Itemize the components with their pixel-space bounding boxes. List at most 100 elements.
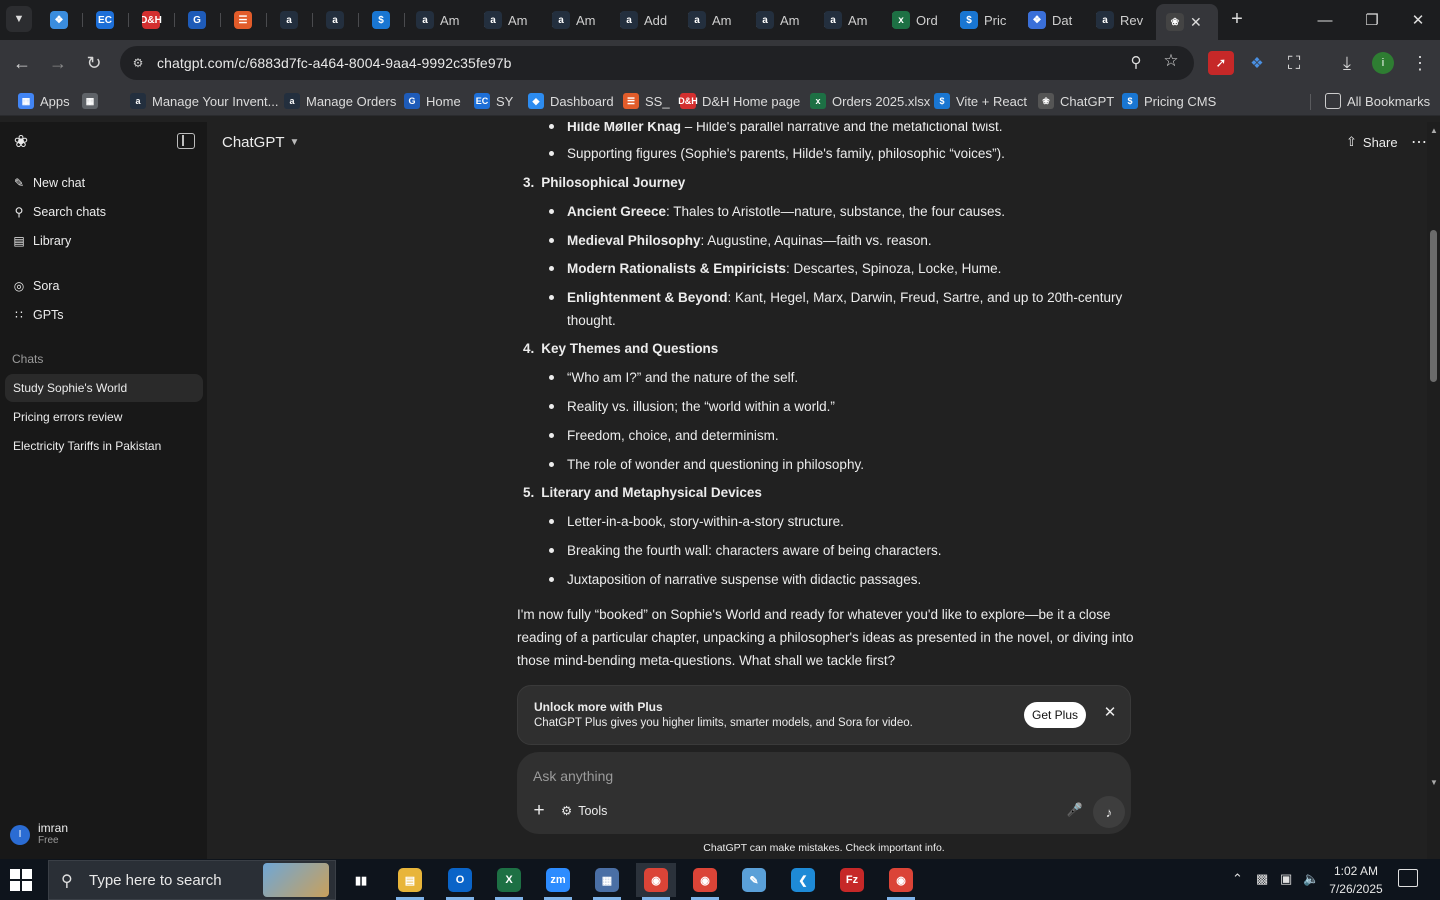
taskbar-app-chrome[interactable]: ◉ xyxy=(685,863,725,900)
taskbar-app-notepad[interactable]: ✎ xyxy=(734,863,774,897)
reload-button[interactable]: ↻ xyxy=(82,51,106,75)
url-text[interactable]: chatgpt.com/c/6883d7fc-a464-8004-9aa4-99… xyxy=(157,55,511,71)
tab-12[interactable]: a Am xyxy=(688,6,746,34)
volume-icon[interactable]: 🔈 xyxy=(1303,871,1319,887)
bookmark-6[interactable]: ◆ Dashboard xyxy=(528,92,614,110)
taskbar-app-outlook[interactable]: O xyxy=(440,863,480,900)
bookmark-12[interactable]: $ Pricing CMS xyxy=(1122,92,1216,110)
bookmark-star-icon[interactable]: ☆ xyxy=(1160,51,1182,73)
taskbar-app-zoom[interactable]: zm xyxy=(538,863,578,900)
restore-button[interactable]: ❐ xyxy=(1357,6,1387,34)
tab-11[interactable]: a Add xyxy=(620,6,678,34)
sidebar-item-gpts[interactable]: ∷ GPTs xyxy=(12,304,63,326)
bookmark-11[interactable]: ❀ ChatGPT xyxy=(1038,92,1114,110)
taskbar-app-task-view[interactable]: ▮▮ xyxy=(341,863,381,897)
taskbar-app-excel[interactable]: X xyxy=(489,863,529,900)
tab-15[interactable]: x Ord xyxy=(892,6,950,34)
scroll-thumb[interactable] xyxy=(1430,230,1437,382)
bookmark-7[interactable]: ☰ SS_ xyxy=(623,92,670,110)
tray-security-icon[interactable]: ▩ xyxy=(1256,871,1268,887)
tools-button[interactable]: ⚙ Tools xyxy=(561,803,607,819)
scrollbar[interactable]: ▲ ▼ xyxy=(1427,122,1440,859)
tab-3[interactable]: G xyxy=(188,6,210,34)
downloads-icon[interactable]: ⤓ xyxy=(1335,51,1359,75)
scroll-down-icon[interactable]: ▼ xyxy=(1430,778,1438,787)
tab-17[interactable]: ❖ Dat xyxy=(1028,6,1086,34)
bookmark-1[interactable]: ▦ xyxy=(82,92,104,110)
tray-chevron-up-icon[interactable]: ⌃ xyxy=(1232,871,1243,887)
tab-9[interactable]: a Am xyxy=(484,6,542,34)
extension-pdf-icon[interactable]: ➚ xyxy=(1208,51,1234,75)
new-tab-button[interactable]: + xyxy=(1226,8,1248,30)
back-button[interactable]: ← xyxy=(10,51,34,75)
model-selector[interactable]: ChatGPT ▼ xyxy=(222,134,299,151)
scroll-up-icon[interactable]: ▲ xyxy=(1430,126,1438,135)
amazon-icon: a xyxy=(284,93,300,109)
tab-1[interactable]: EC xyxy=(96,6,118,34)
tab-0[interactable]: ❖ xyxy=(50,6,72,34)
sidebar-item-sora[interactable]: ◎ Sora xyxy=(12,275,60,297)
tab-chatgpt-active[interactable]: ❀ ✕ xyxy=(1156,4,1218,40)
taskbar-app-filezilla[interactable]: Fz xyxy=(832,863,872,897)
close-window-button[interactable]: ✕ xyxy=(1403,6,1433,34)
chat-history-item[interactable]: Study Sophie's World xyxy=(5,374,203,402)
get-plus-button[interactable]: Get Plus xyxy=(1024,702,1086,728)
taskbar-app-file-explorer[interactable]: ▤ xyxy=(390,863,430,900)
bookmark-2[interactable]: a Manage Your Invent... xyxy=(130,92,278,110)
more-options-icon[interactable]: ⋯ xyxy=(1411,132,1428,152)
notifications-icon[interactable] xyxy=(1398,869,1418,887)
tab-close-icon[interactable]: ✕ xyxy=(1190,14,1202,31)
bookmark-9[interactable]: x Orders 2025.xlsx xyxy=(810,92,930,110)
sidebar-toggle-icon[interactable] xyxy=(177,133,195,149)
browser-menu-icon[interactable]: ⋮ xyxy=(1408,51,1432,75)
address-bar[interactable]: ⚙ chatgpt.com/c/6883d7fc-a464-8004-9aa4-… xyxy=(120,46,1194,80)
bookmark-0[interactable]: ▦ Apps xyxy=(18,92,70,110)
chat-history-item[interactable]: Electricity Tariffs in Pakistan xyxy=(5,432,203,460)
tab-13[interactable]: a Am xyxy=(756,6,814,34)
tab-16[interactable]: $ Pric xyxy=(960,6,1018,34)
extension-puzzle-blue-icon[interactable]: ❖ xyxy=(1245,51,1269,75)
taskbar-app-chrome-profile[interactable]: ◉ xyxy=(881,863,921,900)
bookmark-3[interactable]: a Manage Orders xyxy=(284,92,396,110)
bookmark-4[interactable]: G Home xyxy=(404,92,461,110)
sidebar-item-new-chat[interactable]: ✎ New chat xyxy=(12,172,85,194)
taskbar-app-calculator[interactable]: ▦ xyxy=(587,863,627,900)
extensions-icon[interactable]: ⛶ xyxy=(1282,51,1306,75)
taskbar-search[interactable]: ⚲ Type here to search xyxy=(48,860,336,900)
zoom-icon[interactable]: ⚲ xyxy=(1126,53,1146,73)
site-info-icon[interactable]: ⚙ xyxy=(128,53,148,73)
all-bookmarks-button[interactable]: All Bookmarks xyxy=(1325,92,1430,110)
microphone-icon[interactable]: 🎤 xyxy=(1065,802,1085,822)
taskbar-app-chrome[interactable]: ◉ xyxy=(636,863,676,900)
tab-2[interactable]: D&H xyxy=(142,6,164,34)
profile-avatar[interactable]: i xyxy=(1372,52,1394,74)
tab-7[interactable]: $ xyxy=(372,6,394,34)
tab-14[interactable]: a Am xyxy=(824,6,882,34)
bookmark-10[interactable]: $ Vite + React xyxy=(934,92,1027,110)
attach-plus-icon[interactable]: + xyxy=(529,801,549,821)
chatgpt-logo-icon[interactable]: ❀ xyxy=(11,132,31,152)
taskbar-app-vscode[interactable]: ❮ xyxy=(783,863,823,897)
voice-mode-icon[interactable]: ♪ xyxy=(1093,796,1125,828)
tab-search-button[interactable]: ▼ xyxy=(6,6,32,32)
tab-18[interactable]: a Rev xyxy=(1096,6,1152,34)
bookmark-5[interactable]: EC SY xyxy=(474,92,513,110)
windows-start-icon[interactable] xyxy=(10,869,32,891)
sidebar-item-library[interactable]: ▤ Library xyxy=(12,230,71,252)
tab-10[interactable]: a Am xyxy=(552,6,610,34)
minimize-button[interactable]: — xyxy=(1310,6,1340,34)
share-button[interactable]: ⇧ Share xyxy=(1346,134,1398,150)
forward-button[interactable]: → xyxy=(46,51,70,75)
tab-5[interactable]: a xyxy=(280,6,302,34)
chat-history-item[interactable]: Pricing errors review xyxy=(5,403,203,431)
taskbar-clock[interactable]: 1:02 AM 7/26/2025 xyxy=(1318,862,1394,898)
network-icon[interactable]: ▣ xyxy=(1280,871,1292,887)
sidebar-item-search-chats[interactable]: ⚲ Search chats xyxy=(12,201,106,223)
tab-8[interactable]: a Am xyxy=(416,6,474,34)
bookmark-8[interactable]: D&H D&H Home page xyxy=(678,92,800,110)
tab-6[interactable]: a xyxy=(326,6,348,34)
tab-4[interactable]: ☰ xyxy=(234,6,256,34)
close-icon[interactable]: ✕ xyxy=(1101,704,1119,722)
user-menu[interactable]: I imran Free xyxy=(10,822,68,847)
prompt-input[interactable] xyxy=(533,766,1033,786)
